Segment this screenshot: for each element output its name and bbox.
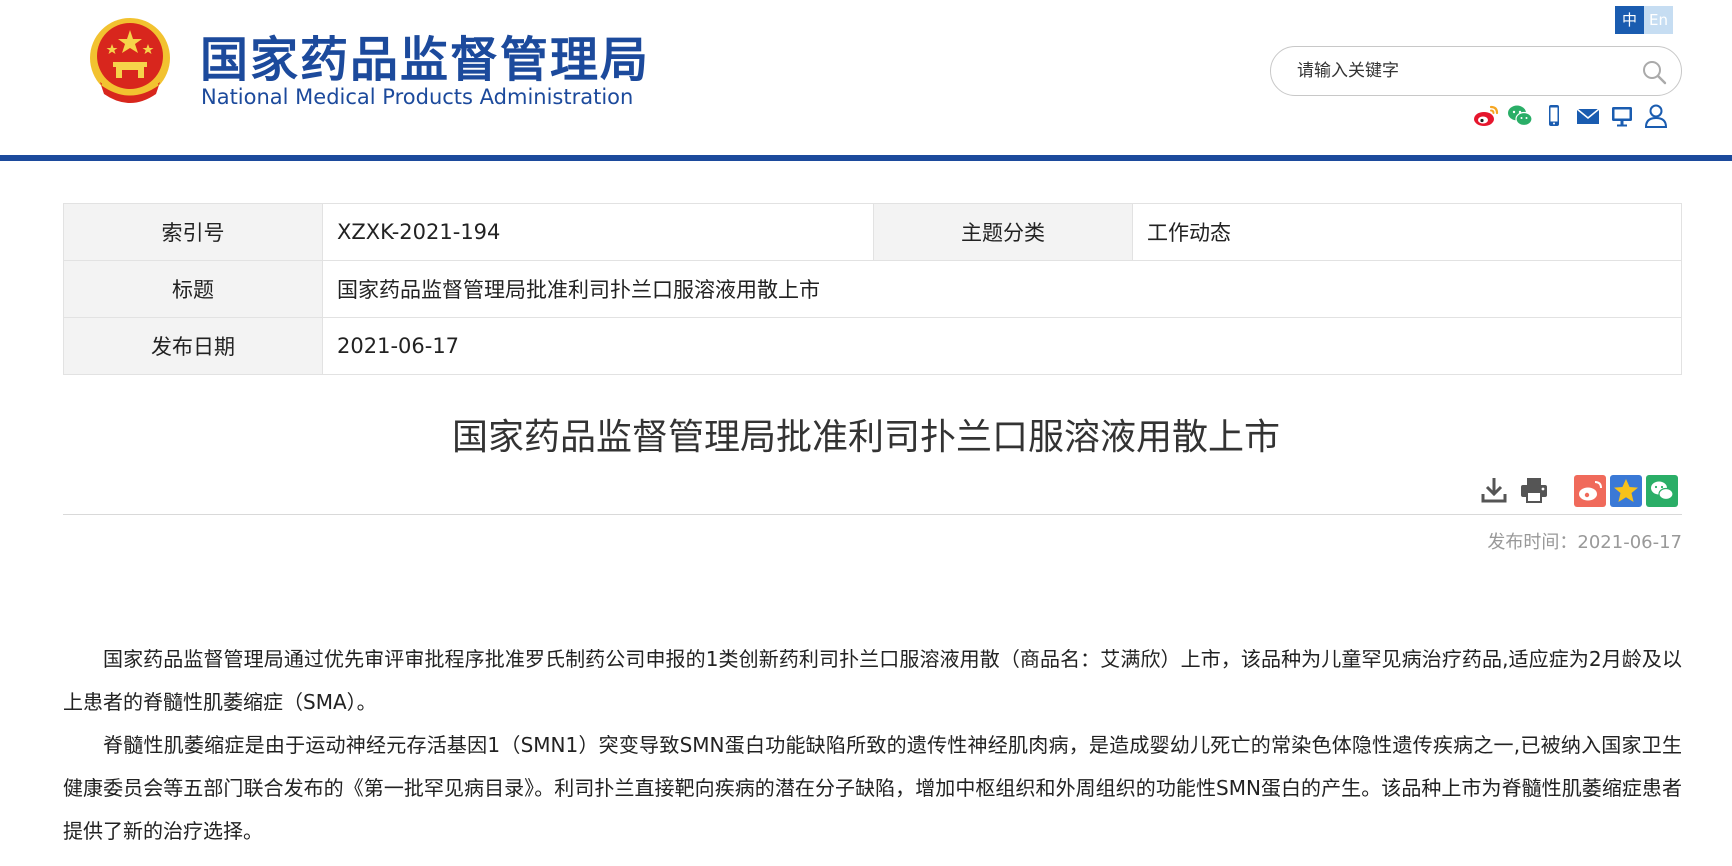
user-icon[interactable] bbox=[1642, 102, 1670, 130]
language-switcher: 中 En bbox=[1615, 6, 1673, 34]
mobile-icon[interactable] bbox=[1540, 102, 1568, 130]
article-tools bbox=[1478, 474, 1550, 506]
info-row-date: 发布日期 2021-06-17 bbox=[63, 317, 1682, 375]
article-paragraph: 国家药品监督管理局通过优先审评审批程序批准罗氏制药公司申报的1类创新药利司扑兰口… bbox=[63, 647, 1682, 714]
index-label: 索引号 bbox=[63, 203, 323, 261]
info-row-title: 标题 国家药品监督管理局批准利司扑兰口服溶液用散上市 bbox=[63, 260, 1682, 318]
info-row-index: 索引号 XZXK-2021-194 主题分类 工作动态 bbox=[63, 203, 1682, 261]
monitor-icon[interactable] bbox=[1608, 102, 1636, 130]
site-logo-subtitle[interactable]: National Medical Products Administration bbox=[201, 85, 633, 109]
publish-time: 发布时间：2021-06-17 bbox=[1487, 532, 1682, 553]
article-divider bbox=[63, 514, 1682, 515]
wechat-icon[interactable] bbox=[1506, 102, 1534, 130]
index-value: XZXK-2021-194 bbox=[322, 203, 874, 261]
article-paragraph: 脊髓性肌萎缩症是由于运动神经元存活基因1（SMN1）突变导致SMN蛋白功能缺陷所… bbox=[63, 733, 1682, 843]
article-body: 国家药品监督管理局通过优先审评审批程序批准罗氏制药公司申报的1类创新药利司扑兰口… bbox=[63, 638, 1682, 853]
lang-zh-button[interactable]: 中 bbox=[1615, 6, 1644, 34]
social-icons bbox=[1472, 102, 1670, 130]
date-label: 发布日期 bbox=[63, 317, 323, 375]
site-header: 国家药品监督管理局 National Medical Products Admi… bbox=[0, 0, 1732, 150]
national-emblem-icon[interactable] bbox=[82, 12, 178, 110]
date-value: 2021-06-17 bbox=[322, 317, 1682, 375]
share-buttons bbox=[1574, 475, 1678, 507]
category-value: 工作动态 bbox=[1132, 203, 1682, 261]
weibo-icon[interactable] bbox=[1472, 102, 1500, 130]
search-box bbox=[1270, 46, 1682, 96]
article-info-table: 索引号 XZXK-2021-194 主题分类 工作动态 标题 国家药品监督管理局… bbox=[63, 203, 1682, 375]
share-favorite-icon[interactable] bbox=[1610, 475, 1642, 507]
title-value: 国家药品监督管理局批准利司扑兰口服溶液用散上市 bbox=[322, 260, 1682, 318]
header-divider-bar bbox=[0, 155, 1732, 161]
lang-en-button[interactable]: En bbox=[1644, 6, 1673, 34]
search-input[interactable] bbox=[1297, 57, 1617, 85]
print-icon[interactable] bbox=[1518, 474, 1550, 506]
search-icon[interactable] bbox=[1641, 59, 1667, 85]
share-wechat-icon[interactable] bbox=[1646, 475, 1678, 507]
title-label: 标题 bbox=[63, 260, 323, 318]
share-weibo-icon[interactable] bbox=[1574, 475, 1606, 507]
download-icon[interactable] bbox=[1478, 474, 1510, 506]
article-title: 国家药品监督管理局批准利司扑兰口服溶液用散上市 bbox=[451, 417, 1280, 458]
mail-icon[interactable] bbox=[1574, 102, 1602, 130]
site-logo-title[interactable]: 国家药品监督管理局 bbox=[200, 20, 650, 90]
category-label: 主题分类 bbox=[873, 203, 1133, 261]
